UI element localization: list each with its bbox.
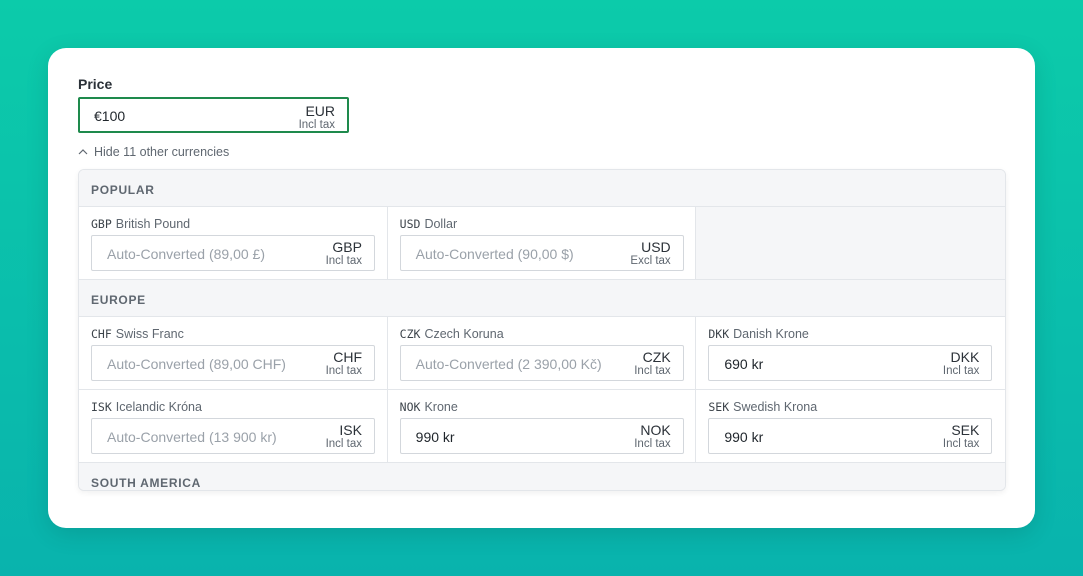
- currency-code-label: SEK: [708, 400, 730, 414]
- currency-code-label: DKK: [708, 327, 730, 341]
- currency-row: ISK Icelandic Króna Auto-Converted (13 90…: [79, 390, 1005, 463]
- currency-code-label: CHF: [91, 327, 112, 341]
- price-placeholder: Auto-Converted (89,00 CHF): [107, 356, 286, 372]
- currency-cell-czk: CZK Czech Koruna Auto-Converted (2 390,00…: [387, 317, 697, 389]
- currency-code-label: ISK: [91, 400, 112, 414]
- currency-code: CHF: [333, 349, 362, 365]
- currency-code: CZK: [642, 349, 671, 365]
- currency-name: Swedish Krona: [733, 400, 818, 414]
- currency-price-input[interactable]: Auto-Converted (89,00 CHF) CHF Incl tax: [91, 345, 375, 381]
- currency-cell-isk: ISK Icelandic Króna Auto-Converted (13 90…: [79, 390, 388, 462]
- currency-code: DKK: [950, 349, 980, 365]
- tax-mode: Incl tax: [298, 119, 335, 131]
- price-input[interactable]: €100 EUR Incl tax: [78, 97, 349, 133]
- currency-name: Krone: [424, 400, 458, 414]
- currency-cell-usd: USD Dollar Auto-Converted (90,00 $) USD E…: [387, 207, 697, 279]
- currency-code: EUR: [305, 103, 335, 119]
- currency-code: SEK: [951, 422, 980, 438]
- currency-price-input[interactable]: Auto-Converted (13 900 kr) ISK Incl tax: [91, 418, 375, 454]
- currency-price-input[interactable]: 990 kr NOK Incl tax: [399, 418, 684, 454]
- currency-cell-gbp: GBP British Pound Auto-Converted (89,00 £…: [79, 207, 388, 279]
- tax-mode: Excl tax: [630, 255, 671, 267]
- currency-code-label: GBP: [91, 217, 112, 231]
- currency-name: Icelandic Króna: [115, 400, 202, 414]
- section-header: EUROPE: [79, 280, 1005, 317]
- currency-label: ISK Icelandic Króna: [91, 400, 202, 414]
- price-value: 690 kr: [724, 356, 764, 372]
- currency-label: SEK Swedish Krona: [708, 400, 817, 414]
- currency-code-label: USD: [399, 217, 421, 231]
- currency-code-label: CZK: [399, 327, 421, 341]
- currency-label: NOK Krone: [400, 400, 458, 414]
- price-placeholder: Auto-Converted (90,00 $): [415, 246, 574, 262]
- tax-mode: Incl tax: [942, 438, 980, 450]
- price-value: 990 kr: [415, 429, 455, 445]
- price-value: 990 kr: [724, 429, 764, 445]
- empty-cell: [696, 207, 1005, 279]
- chevron-up-icon: [78, 149, 88, 155]
- currency-suffix: USD Excl tax: [630, 239, 671, 268]
- currency-panel[interactable]: POPULAR GBP British Pound Auto-Converted …: [78, 169, 1006, 491]
- section-header: POPULAR: [79, 170, 1005, 207]
- toggle-label: Hide 11 other currencies: [94, 145, 230, 159]
- currency-label: CZK Czech Koruna: [400, 327, 504, 341]
- currency-price-input[interactable]: Auto-Converted (89,00 £) GBP Incl tax: [91, 235, 375, 271]
- tax-mode: Incl tax: [325, 255, 362, 267]
- price-value: €100: [94, 108, 126, 124]
- tax-mode: Incl tax: [942, 365, 980, 377]
- price-currency: EUR Incl tax: [298, 103, 335, 132]
- price-card: Price €100 EUR Incl tax Hide 11 other cu…: [48, 48, 1035, 528]
- currency-name: Dollar: [424, 217, 458, 231]
- tax-mode: Incl tax: [634, 365, 671, 377]
- currency-cell-dkk: DKK Danish Krone 690 kr DKK Incl tax: [696, 317, 1005, 389]
- currency-row: GBP British Pound Auto-Converted (89,00 £…: [79, 207, 1005, 280]
- currency-suffix: DKK Incl tax: [942, 349, 980, 378]
- currency-code: USD: [641, 239, 671, 255]
- currency-price-input[interactable]: Auto-Converted (90,00 $) USD Excl tax: [399, 235, 684, 271]
- currency-cell-nok: NOK Krone 990 kr NOK Incl tax: [387, 390, 697, 462]
- currency-name: Danish Krone: [733, 327, 809, 341]
- currency-label: CHF Swiss Franc: [91, 327, 184, 341]
- tax-mode: Incl tax: [325, 438, 362, 450]
- currency-cell-chf: CHF Swiss Franc Auto-Converted (89,00 CHF…: [79, 317, 388, 389]
- currency-price-input[interactable]: 990 kr SEK Incl tax: [708, 418, 993, 454]
- tax-mode: Incl tax: [325, 365, 362, 377]
- currency-suffix: CHF Incl tax: [325, 349, 362, 378]
- currency-suffix: SEK Incl tax: [942, 422, 980, 451]
- section-header: SOUTH AMERICA: [79, 463, 1005, 490]
- price-placeholder: Auto-Converted (13 900 kr): [107, 429, 277, 445]
- currency-suffix: GBP Incl tax: [325, 239, 362, 268]
- currency-price-input[interactable]: 690 kr DKK Incl tax: [708, 345, 993, 381]
- currency-label: DKK Danish Krone: [708, 327, 809, 341]
- currency-code-label: NOK: [399, 400, 421, 414]
- tax-mode: Incl tax: [634, 438, 671, 450]
- currency-code: NOK: [640, 422, 671, 438]
- price-label: Price: [78, 76, 113, 92]
- currency-row: CHF Swiss Franc Auto-Converted (89,00 CHF…: [79, 317, 1005, 390]
- price-placeholder: Auto-Converted (89,00 £): [107, 246, 265, 262]
- currency-name: Swiss Franc: [115, 327, 184, 341]
- currency-suffix: CZK Incl tax: [634, 349, 671, 378]
- currency-suffix: ISK Incl tax: [325, 422, 362, 451]
- currency-label: GBP British Pound: [91, 217, 190, 231]
- currency-name: Czech Koruna: [424, 327, 504, 341]
- currency-suffix: NOK Incl tax: [634, 422, 671, 451]
- price-placeholder: Auto-Converted (2 390,00 Kč): [415, 356, 602, 372]
- currency-label: USD Dollar: [400, 217, 457, 231]
- hide-currencies-toggle[interactable]: Hide 11 other currencies: [78, 145, 229, 159]
- currency-price-input[interactable]: Auto-Converted (2 390,00 Kč) CZK Incl ta…: [399, 345, 684, 381]
- currency-cell-sek: SEK Swedish Krona 990 kr SEK Incl tax: [696, 390, 1005, 462]
- currency-name: British Pound: [115, 217, 191, 231]
- currency-code: ISK: [339, 422, 362, 438]
- currency-code: GBP: [332, 239, 362, 255]
